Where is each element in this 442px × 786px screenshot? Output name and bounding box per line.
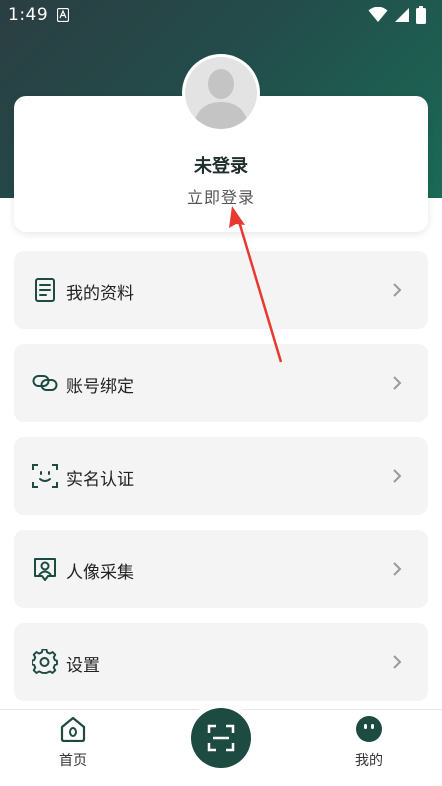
status-indicators [368,6,426,24]
app-notification-icon [57,8,69,22]
login-now-link[interactable]: 立即登录 [0,184,442,208]
profile-document-icon [35,278,55,302]
portrait-icon [34,558,56,581]
menu-item-label: 我的资料 [66,284,134,304]
menu-item-label: 设置 [66,656,100,676]
menu-item-account-binding[interactable]: 账号绑定 [14,344,428,422]
user-face-icon[interactable] [355,715,383,743]
menu-item-label: 账号绑定 [66,377,134,397]
signal-icon [395,8,409,22]
default-avatar-icon [185,57,257,129]
battery-icon [416,6,426,24]
menu-item-portrait-capture[interactable]: 人像采集 [14,530,428,608]
avatar[interactable] [182,54,260,132]
chevron-right-icon [393,376,402,390]
nav-mine-label[interactable]: 我的 [342,750,396,770]
chevron-right-icon [393,655,402,669]
login-status-title: 未登录 [194,156,248,177]
menu-item-settings[interactable]: 设置 [14,623,428,701]
chevron-right-icon [393,283,402,297]
scan-button[interactable] [191,708,251,768]
menu-item-my-profile[interactable]: 我的资料 [14,251,428,329]
menu-item-label: 实名认证 [66,470,134,490]
status-time: 1:49 [8,5,49,25]
chevron-right-icon [393,469,402,483]
nav-home-label[interactable]: 首页 [46,750,100,770]
wifi-icon [368,7,388,22]
status-bar: 1:49 [0,0,442,32]
gear-icon [32,649,58,674]
menu-item-label: 人像采集 [66,563,134,583]
link-icon [32,375,58,391]
face-scan-icon [32,464,58,488]
home-icon[interactable] [60,716,86,742]
chevron-right-icon [393,562,402,576]
menu-item-real-name-verification[interactable]: 实名认证 [14,437,428,515]
scan-icon [207,724,235,752]
